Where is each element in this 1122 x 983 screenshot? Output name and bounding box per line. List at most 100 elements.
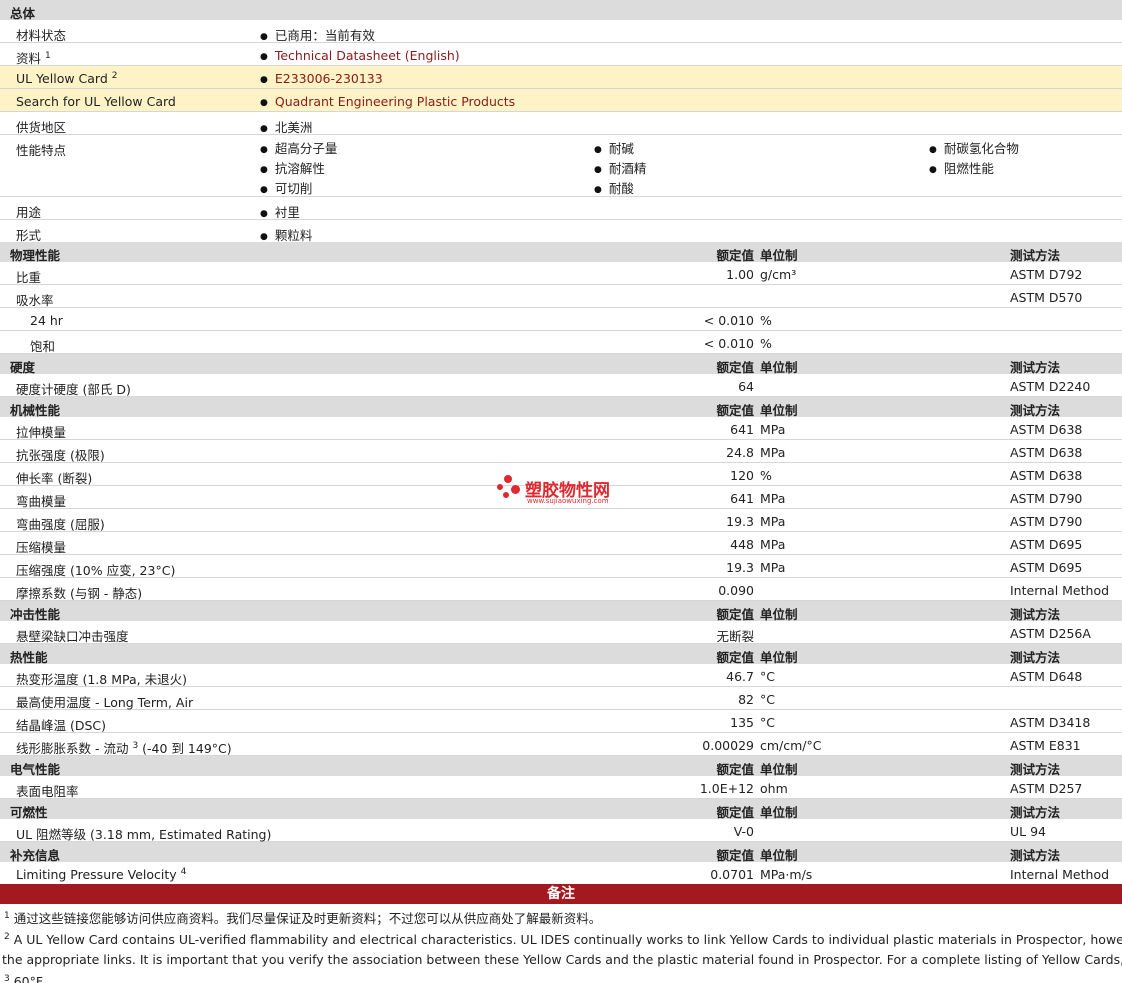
value: 已商用：当前有效 xyxy=(260,25,375,44)
property-label: 线形膨胀系数 - 流动 xyxy=(16,741,129,756)
property-label: 压缩强度 (10% 应变, 23°C) xyxy=(16,563,176,578)
table-row: 热变形温度 (1.8 MPa, 未退火) 46.7 °C ASTM D648 xyxy=(0,664,1122,687)
label: UL Yellow Card xyxy=(16,71,108,87)
test-method: ASTM D638 xyxy=(1010,445,1083,460)
row-region: 供货地区 北美洲 xyxy=(0,112,1122,135)
section-general: 总体 xyxy=(0,0,1122,21)
section-thermal: 热性能 额定值 单位制 测试方法 xyxy=(0,644,1122,665)
property-value: 0.00029 xyxy=(702,738,754,753)
feature-item: 抗溶解性 xyxy=(260,158,325,177)
feature-item: 耐酸 xyxy=(594,178,634,197)
label: 供货地区 xyxy=(16,120,67,135)
row-features: 性能特点 超高分子量 抗溶解性 可切削 耐碱 耐酒精 耐酸 耐碳氢化合物 阻燃性… xyxy=(0,135,1122,197)
table-row: 拉伸模量 641 MPa ASTM D638 xyxy=(0,417,1122,440)
datasheet: 总体 材料状态 已商用：当前有效 资料 1 Technical Datashee… xyxy=(0,0,1122,983)
property-label: 压缩模量 xyxy=(16,540,67,555)
property-label: 抗张强度 (极限) xyxy=(16,448,105,463)
property-label: UL 阻燃等级 (3.18 mm, Estimated Rating) xyxy=(16,827,272,842)
footnote-number: 2 xyxy=(4,932,10,942)
property-unit: % xyxy=(760,468,772,483)
table-row: UL 阻燃等级 (3.18 mm, Estimated Rating) V-0 … xyxy=(0,819,1122,842)
watermark-url: www.sujiaowuxing.com xyxy=(527,497,609,505)
row-forms: 形式 颗粒料 xyxy=(0,220,1122,243)
note-text: 60°F xyxy=(13,974,44,983)
section-electrical: 电气性能 额定值 单位制 测试方法 xyxy=(0,756,1122,777)
property-unit: MPa xyxy=(760,560,786,575)
test-method: ASTM E831 xyxy=(1010,738,1081,753)
ul-card-link[interactable]: E233006-230133 xyxy=(260,71,383,86)
table-row: 摩擦系数 (与钢 - 静态) 0.090 Internal Method xyxy=(0,578,1122,601)
property-unit: MPa xyxy=(760,537,786,552)
property-unit: % xyxy=(760,313,772,328)
section-physical: 物理性能 额定值 单位制 测试方法 xyxy=(0,242,1122,263)
table-row: 抗张强度 (极限) 24.8 MPa ASTM D638 xyxy=(0,440,1122,463)
property-value: < 0.010 xyxy=(703,313,754,328)
property-label: 摩擦系数 (与钢 - 静态) xyxy=(16,586,143,601)
test-method: ASTM D695 xyxy=(1010,537,1083,552)
supplier-link[interactable]: Quadrant Engineering Plastic Products xyxy=(260,94,515,109)
property-label: 悬壁梁缺口冲击强度 xyxy=(16,629,129,644)
property-unit: MPa xyxy=(760,514,786,529)
notes-header: 备注 xyxy=(0,884,1122,904)
property-label: 热变形温度 (1.8 MPa, 未退火) xyxy=(16,672,187,687)
footnote-ref: 4 xyxy=(180,867,187,877)
note-1: 1 通过这些链接您能够访问供应商资料。我们尽量保证及时更新资料；不过您可以从供应… xyxy=(4,908,601,927)
footnote-ref: 3 xyxy=(132,740,139,751)
logo-dots-icon xyxy=(497,474,523,500)
property-label: 24 hr xyxy=(30,313,63,328)
test-method: Internal Method xyxy=(1010,583,1110,598)
property-label: 弯曲模量 xyxy=(16,494,67,509)
property-value: 19.3 xyxy=(726,560,754,575)
feature-item: 耐碳氢化合物 xyxy=(929,138,1019,157)
label: Search for UL Yellow Card xyxy=(16,94,176,109)
test-method: ASTM D638 xyxy=(1010,422,1083,437)
property-value: 0.0701 xyxy=(710,867,754,882)
footnote-ref: 2 xyxy=(111,71,118,81)
property-value: 448 xyxy=(730,537,754,552)
section-hardness: 硬度 额定值 单位制 测试方法 xyxy=(0,354,1122,375)
section-additional: 补充信息 额定值 单位制 测试方法 xyxy=(0,842,1122,863)
label: 资料 xyxy=(16,51,42,66)
label: 用途 xyxy=(16,205,42,220)
property-value: 64 xyxy=(738,379,754,394)
table-row: 弯曲强度 (屈服) 19.3 MPa ASTM D790 xyxy=(0,509,1122,532)
table-row: 24 hr < 0.010 % xyxy=(0,308,1122,331)
note-2-continued: the appropriate links. It is important t… xyxy=(2,952,1122,967)
property-label: 表面电阻率 xyxy=(16,784,79,799)
value: 北美洲 xyxy=(260,117,313,136)
property-value: 无断裂 xyxy=(716,629,754,644)
feature-item: 耐酒精 xyxy=(594,158,647,177)
property-value: 1.0E+12 xyxy=(699,781,754,796)
note-text: A UL Yellow Card contains UL-verified fl… xyxy=(13,932,1122,948)
row-search-ul: Search for UL Yellow Card Quadrant Engin… xyxy=(0,89,1122,112)
property-value: 82 xyxy=(738,692,754,707)
test-method: ASTM D638 xyxy=(1010,468,1083,483)
label: 材料状态 xyxy=(16,28,67,43)
property-label: 吸水率 xyxy=(16,293,54,308)
property-unit: ohm xyxy=(760,781,788,796)
footnote-number: 1 xyxy=(4,910,10,921)
property-unit: cm/cm/°C xyxy=(760,738,822,753)
label: 性能特点 xyxy=(16,143,67,158)
property-unit: g/cm³ xyxy=(760,267,797,282)
property-label: 比重 xyxy=(16,270,42,285)
note-2: 2 A UL Yellow Card contains UL-verified … xyxy=(4,932,1122,947)
property-label: 弯曲强度 (屈服) xyxy=(16,517,105,532)
row-ul-yellow-card: UL Yellow Card 2 E233006-230133 xyxy=(0,66,1122,89)
property-unit: °C xyxy=(760,692,775,707)
property-unit: MPa xyxy=(760,422,786,437)
datasheet-link[interactable]: Technical Datasheet (English) xyxy=(260,48,460,63)
test-method: ASTM D648 xyxy=(1010,669,1083,684)
table-row: 结晶峰温 (DSC) 135 °C ASTM D3418 xyxy=(0,710,1122,733)
property-label: 最高使用温度 - Long Term, Air xyxy=(16,695,194,710)
test-method: Internal Method xyxy=(1010,867,1110,882)
test-method: ASTM D792 xyxy=(1010,267,1083,282)
test-method: ASTM D257 xyxy=(1010,781,1083,796)
note-text: 通过这些链接您能够访问供应商资料。我们尽量保证及时更新资料；不过您可以从供应商处… xyxy=(13,911,602,926)
row-uses: 用途 衬里 xyxy=(0,197,1122,220)
table-row: 饱和 < 0.010 % xyxy=(0,331,1122,354)
property-unit: MPa·m/s xyxy=(760,867,813,882)
table-row: 压缩模量 448 MPa ASTM D695 xyxy=(0,532,1122,555)
section-flammability: 可燃性 额定值 单位制 测试方法 xyxy=(0,799,1122,820)
test-method: ASTM D3418 xyxy=(1010,715,1091,730)
